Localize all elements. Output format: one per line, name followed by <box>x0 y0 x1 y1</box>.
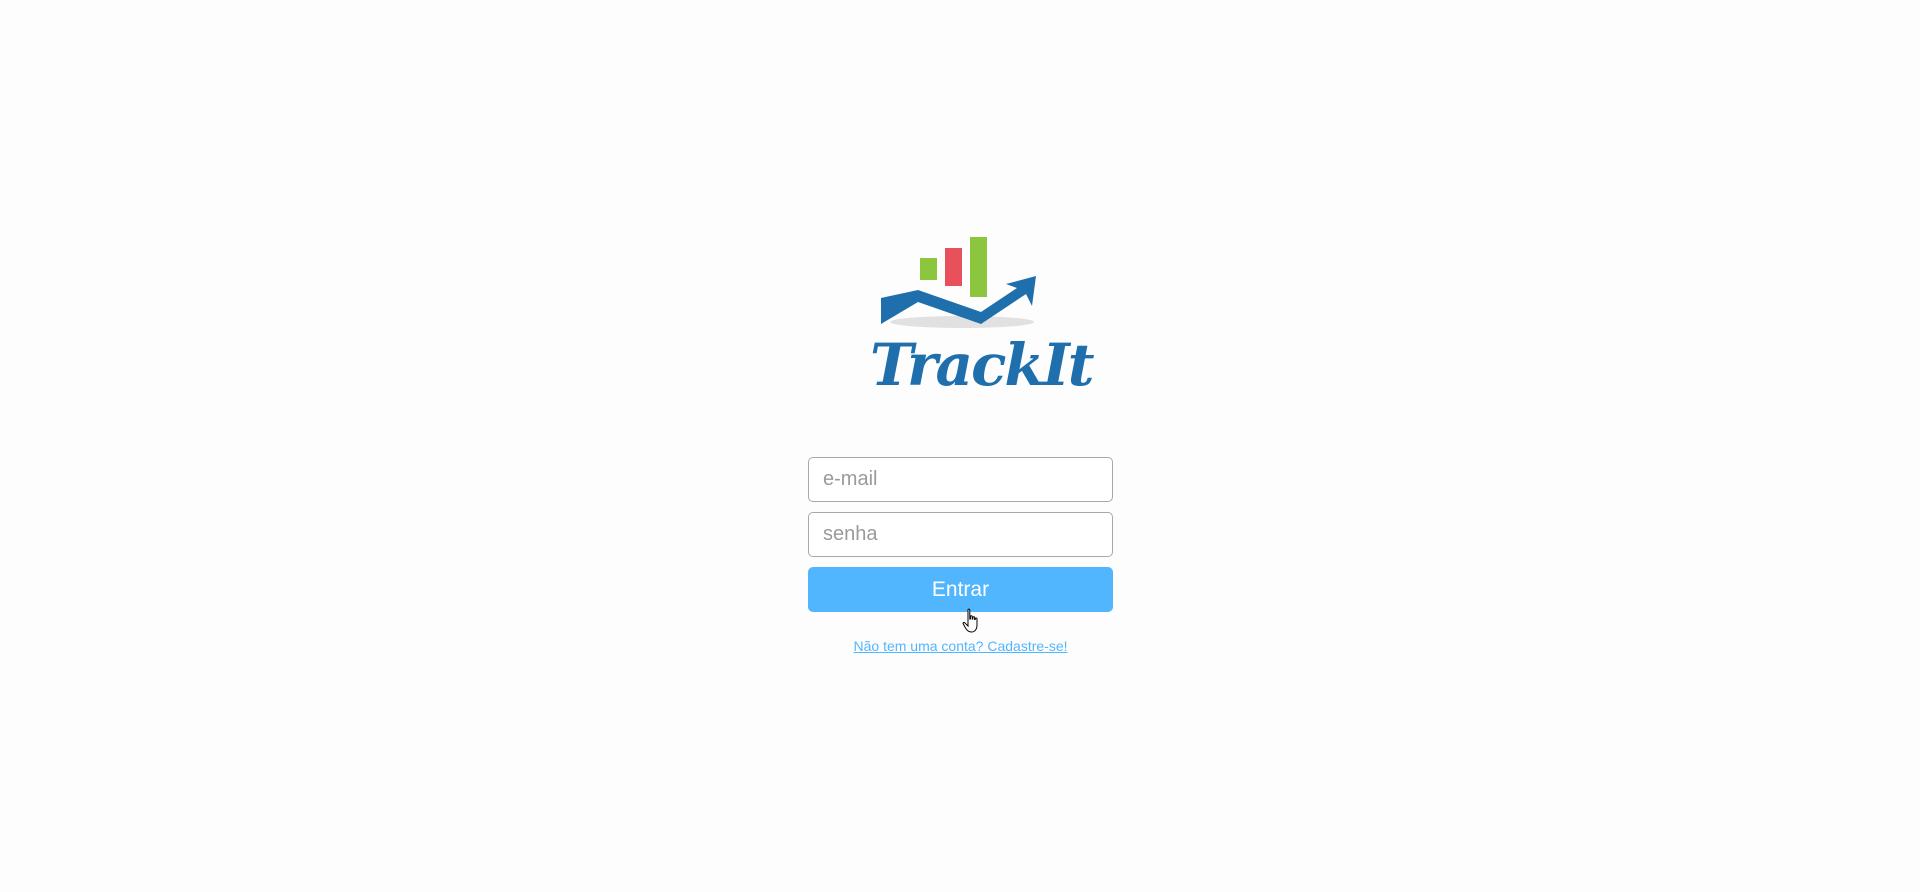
brand-name: TrackIt <box>870 331 1095 399</box>
signup-link[interactable]: Não tem uma conta? Cadastre-se! <box>808 638 1113 654</box>
bar-chart-arrow-logo-icon <box>881 237 1036 328</box>
password-input[interactable] <box>808 512 1113 557</box>
login-form: Entrar Não tem uma conta? Cadastre-se! <box>808 457 1113 654</box>
email-input[interactable] <box>808 457 1113 502</box>
login-button[interactable]: Entrar <box>808 567 1113 612</box>
hand-pointer-icon <box>962 608 978 633</box>
login-page: TrackIt Entrar Não tem uma conta? Cadast… <box>0 0 1920 892</box>
